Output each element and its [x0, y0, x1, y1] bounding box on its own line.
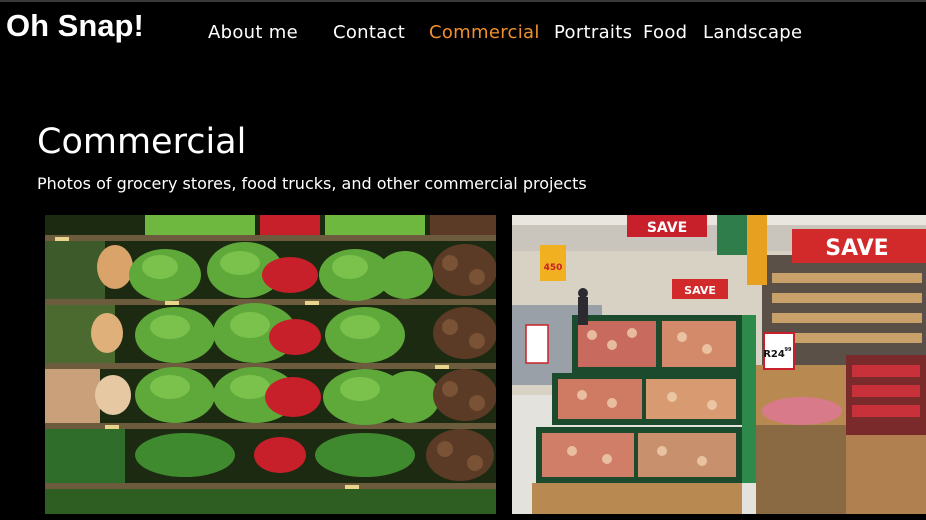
price-card-cents: 99 — [785, 347, 792, 353]
nav-item-commercial[interactable]: Commercial — [429, 22, 540, 43]
nav-item-landscape[interactable]: Landscape — [703, 22, 802, 43]
photo-supermarket-display[interactable]: SAVE SAVE SAVE 450 R24 99 — [512, 215, 926, 514]
photo-produce-shelves[interactable] — [45, 215, 496, 514]
nav-item-contact[interactable]: Contact — [333, 22, 405, 43]
nav-item-portraits[interactable]: Portraits — [554, 22, 632, 43]
site-logo[interactable]: Oh Snap! — [6, 8, 144, 44]
produce-shelves-image — [45, 215, 496, 514]
page-title: Commercial — [37, 122, 247, 162]
save-sign-middle: SAVE — [684, 284, 716, 297]
window-top-border — [0, 0, 926, 2]
supermarket-display-image: SAVE SAVE SAVE 450 R24 99 — [512, 215, 926, 514]
small-price-sign: 450 — [544, 263, 563, 273]
save-banner-top: SAVE — [647, 220, 687, 236]
save-banner-right: SAVE — [825, 236, 888, 261]
nav-item-food[interactable]: Food — [643, 22, 687, 43]
price-card-main: R24 — [763, 349, 785, 360]
page-subtitle: Photos of grocery stores, food trucks, a… — [37, 174, 587, 193]
nav-item-about-me[interactable]: About me — [208, 22, 298, 43]
